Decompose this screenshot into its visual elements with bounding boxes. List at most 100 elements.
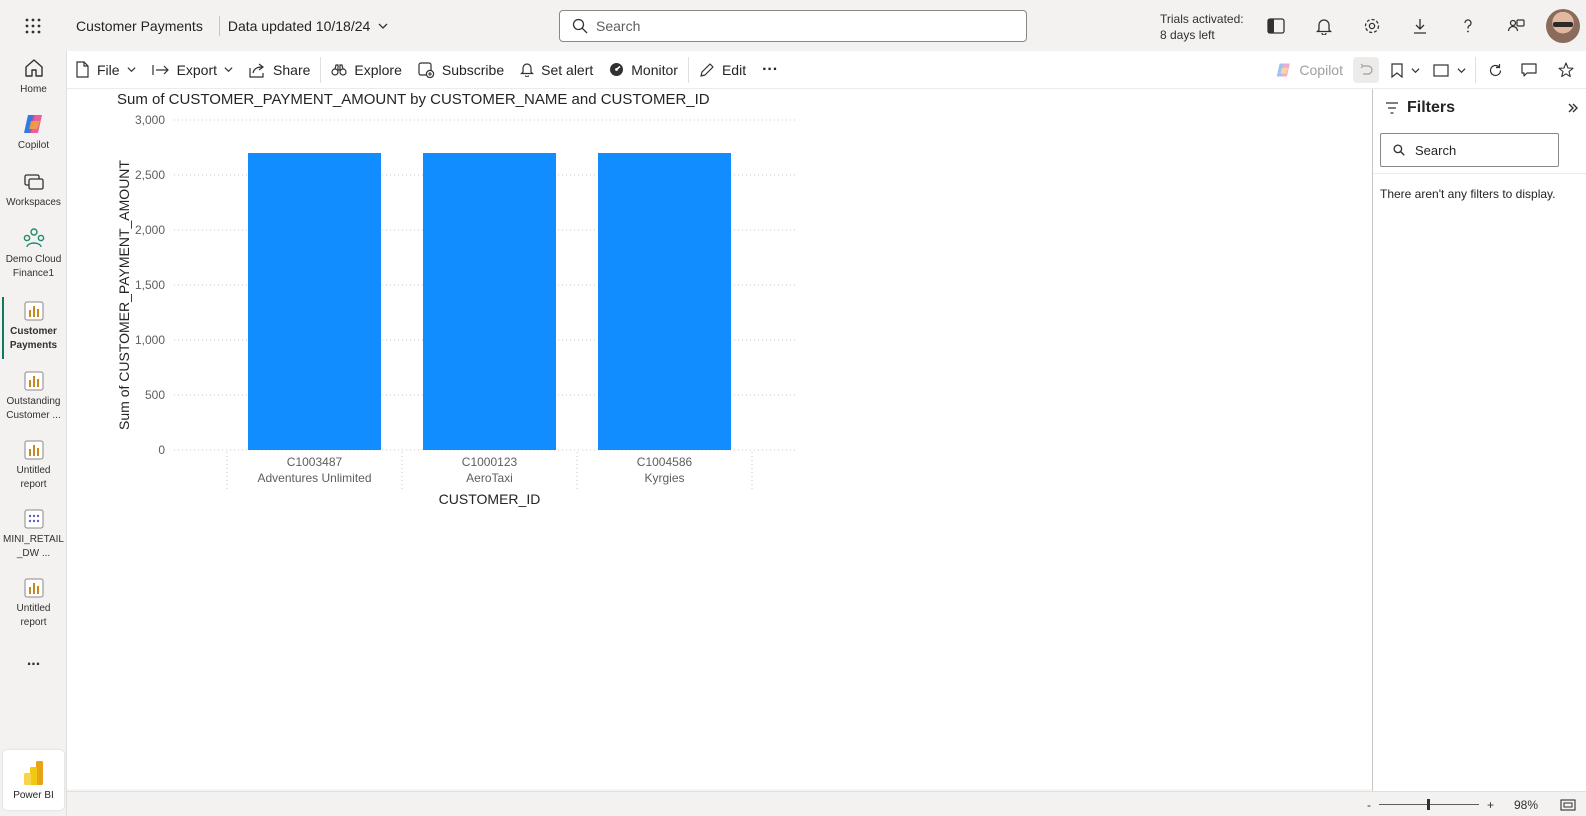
set-alert-button[interactable]: Set alert — [512, 51, 601, 89]
edit-button[interactable]: Edit — [691, 51, 754, 89]
global-search-input[interactable]: Search — [559, 10, 1027, 42]
monitor-label: Monitor — [631, 61, 678, 78]
report-title[interactable]: Customer Payments — [66, 18, 211, 34]
nav-item-customer-payments[interactable]: Customer Payments — [0, 297, 67, 359]
nav-item-demo-cloud-finance[interactable]: Demo Cloud Finance1 — [0, 227, 67, 281]
nav-label-workspaces: Workspaces — [6, 197, 61, 208]
zoom-in-button[interactable]: + — [1487, 798, 1494, 812]
copilot-icon — [1277, 63, 1291, 77]
export-menu-button[interactable]: Export — [144, 51, 241, 89]
x-tick-label: C1000123 — [462, 455, 518, 469]
app-launcher-button[interactable] — [0, 0, 66, 51]
subscribe-label: Subscribe — [441, 61, 505, 78]
y-tick-label: 3,000 — [135, 113, 165, 127]
export-label: Export — [176, 61, 218, 78]
zoom-slider[interactable] — [1378, 799, 1479, 810]
workspaces-icon — [23, 174, 44, 190]
nav-item-untitled-report-1[interactable]: Untitled report — [0, 440, 67, 492]
nav-label-outstanding-customer: Outstanding Customer ... — [6, 396, 61, 421]
monitor-gauge-icon — [610, 63, 624, 76]
x-tick-sublabel: AeroTaxi — [466, 471, 513, 485]
nav-item-outstanding-customer[interactable]: Outstanding Customer ... — [0, 371, 67, 423]
share-feedback-button[interactable] — [1492, 0, 1540, 51]
data-updated-label: Data updated 10/18/24 — [227, 17, 371, 34]
bookmark-button[interactable] — [1385, 51, 1425, 89]
share-button[interactable]: Share — [241, 51, 318, 89]
nav-label-home: Home — [20, 84, 47, 95]
report-icon — [24, 301, 43, 321]
y-tick-label: 500 — [145, 388, 165, 402]
edit-label: Edit — [721, 61, 747, 78]
x-axis-title: CUSTOMER_ID — [439, 491, 541, 507]
y-axis-title: Sum of CUSTOMER_PAYMENT_AMOUNT — [116, 160, 132, 430]
set-alert-label: Set alert — [541, 61, 594, 78]
zoom-out-button[interactable]: - — [1367, 798, 1371, 812]
document-icon — [76, 61, 89, 78]
pane-toggle-button[interactable] — [1252, 0, 1300, 51]
nav-item-workspaces[interactable]: Workspaces — [0, 172, 67, 210]
nav-more-button[interactable]: ... — [0, 653, 67, 669]
bell-icon — [1315, 18, 1333, 35]
favorite-button[interactable] — [1546, 51, 1586, 89]
more-options-button[interactable]: ··· — [754, 51, 786, 89]
help-button[interactable] — [1444, 0, 1492, 51]
monitor-button[interactable]: Monitor — [601, 51, 686, 89]
view-button[interactable] — [1425, 51, 1473, 89]
nav-item-copilot[interactable]: Copilot — [0, 113, 67, 153]
chevron-down-icon — [378, 23, 388, 29]
data-updated-dropdown[interactable]: Data updated 10/18/24 — [228, 18, 388, 34]
copilot-label: Copilot — [1299, 62, 1343, 78]
report-icon — [24, 371, 43, 391]
zoom-level[interactable]: 98% — [1514, 798, 1538, 812]
nav-label-copilot: Copilot — [17, 140, 50, 151]
explore-label: Explore — [354, 61, 402, 78]
bar-chart[interactable]: 0 500 1,000 1,500 2,000 2,500 3,000 C1003487 Adv… — [107, 109, 827, 519]
user-avatar[interactable] — [1546, 8, 1580, 43]
report-icon — [24, 578, 43, 598]
breadcrumb-divider — [218, 15, 220, 36]
share-label: Share — [273, 61, 311, 78]
trial-line-2: 8 days left — [1160, 28, 1215, 42]
semantic-model-icon — [24, 509, 43, 529]
copilot-button[interactable]: Copilot — [1265, 62, 1353, 78]
people-share-icon — [1507, 18, 1525, 31]
toolbar-divider — [1475, 57, 1476, 83]
nav-item-untitled-report-2[interactable]: Untitled report — [0, 578, 67, 630]
gear-icon — [1364, 18, 1380, 33]
subscribe-button[interactable]: Subscribe — [410, 51, 512, 89]
chart-title: Sum of CUSTOMER_PAYMENT_AMOUNT by CUSTOM… — [117, 91, 710, 108]
refresh-button[interactable] — [1478, 51, 1512, 89]
chevron-down-icon — [1456, 67, 1466, 73]
binoculars-icon — [331, 63, 347, 76]
y-tick-label: 2,000 — [135, 223, 165, 237]
reset-button[interactable] — [1353, 57, 1379, 83]
power-bi-logo-icon — [23, 760, 43, 785]
zoom-slider-thumb[interactable] — [1426, 799, 1430, 810]
more-options-icon: ··· — [762, 60, 779, 78]
power-bi-app-switcher[interactable]: Power BI — [3, 750, 64, 810]
bar — [248, 153, 381, 450]
zoom-controls: - + 98% — [1367, 792, 1586, 816]
comments-button[interactable] — [1512, 51, 1546, 89]
star-icon — [1558, 62, 1574, 78]
filters-search-input[interactable]: Search — [1380, 133, 1559, 167]
chevron-down-icon — [1410, 67, 1420, 73]
y-tick-label: 1,000 — [135, 333, 165, 347]
top-header: Customer Payments Data updated 10/18/24 … — [0, 0, 1586, 51]
export-arrow-icon — [151, 64, 169, 75]
report-icon — [24, 440, 43, 460]
y-tick-label: 0 — [158, 443, 165, 457]
download-button[interactable] — [1396, 0, 1444, 51]
search-icon — [572, 18, 588, 34]
nav-label-demo-cloud-finance: Demo Cloud Finance1 — [5, 254, 62, 279]
filters-empty-message: There aren't any filters to display. — [1380, 187, 1556, 201]
file-menu-button[interactable]: File — [67, 51, 144, 89]
notifications-button[interactable] — [1300, 0, 1348, 51]
fit-to-page-icon[interactable] — [1560, 798, 1576, 811]
x-tick-label: C1004586 — [637, 455, 693, 469]
settings-button[interactable] — [1348, 0, 1396, 51]
collapse-filters-button[interactable] — [1568, 101, 1578, 116]
nav-item-home[interactable]: Home — [0, 57, 67, 97]
explore-button[interactable]: Explore — [323, 51, 409, 89]
nav-item-mini-retail-dw[interactable]: MINI_RETAIL _DW ... — [0, 509, 67, 561]
